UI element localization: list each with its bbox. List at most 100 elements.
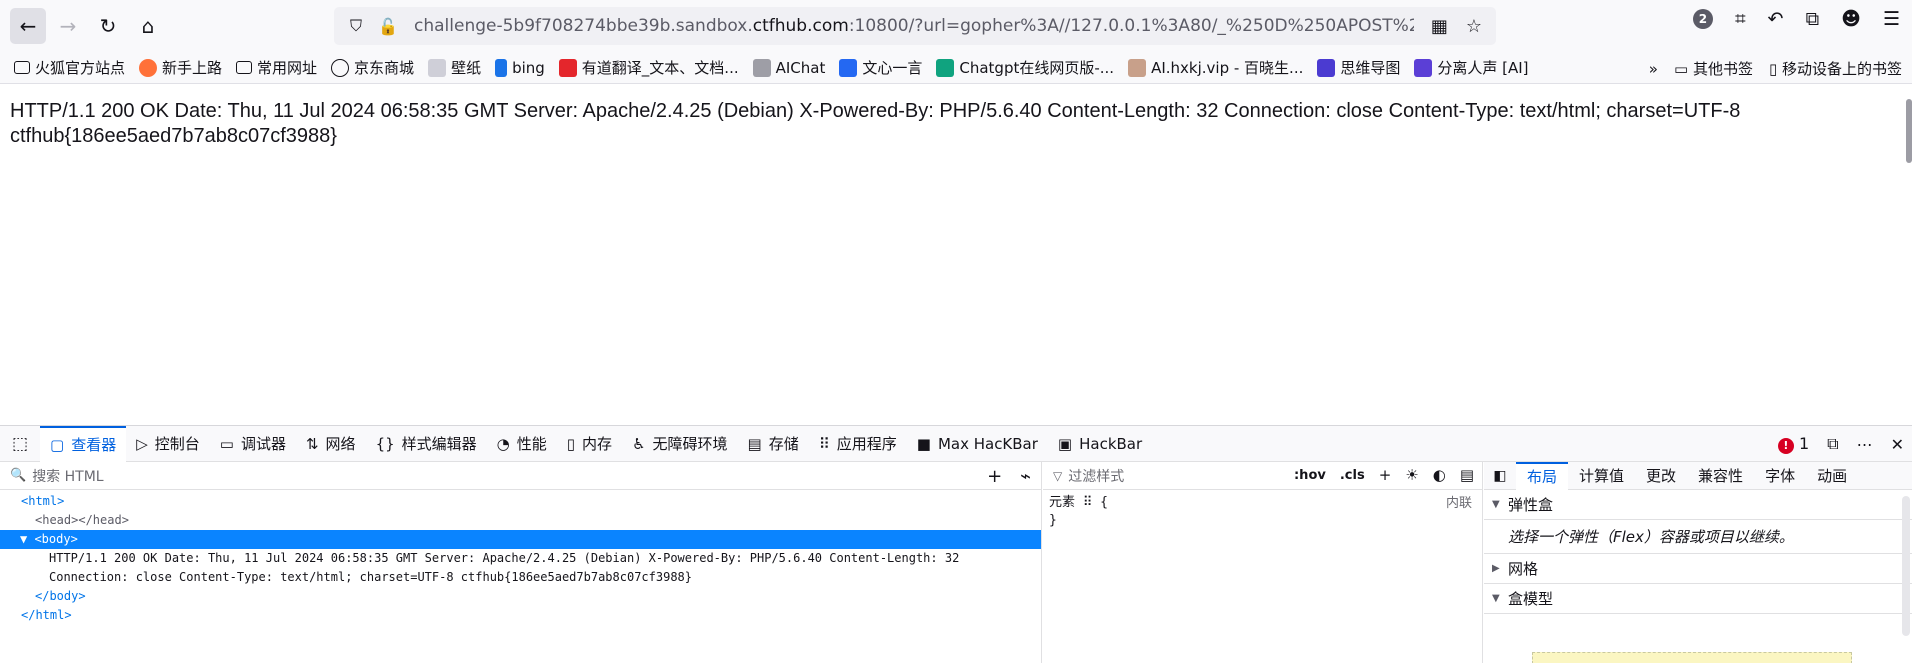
bookmark-item[interactable]: AIChat	[752, 58, 826, 77]
back-button[interactable]: ←	[10, 8, 46, 44]
toggle-sidebar-icon[interactable]: ◧	[1484, 468, 1516, 484]
tab-performance[interactable]: ◔ 性能	[487, 426, 557, 462]
bookmark-item[interactable]: 思维导图	[1317, 57, 1400, 78]
tab-label: HackBar	[1079, 434, 1143, 453]
flexbox-section-header[interactable]: ▼ 弹性盒	[1484, 490, 1912, 520]
tab-label: 无障碍环境	[652, 435, 728, 453]
home-button[interactable]: ⌂	[130, 8, 166, 44]
extensions-badge[interactable]: 2	[1692, 9, 1713, 29]
bookmark-label: Chatgpt在线网页版-...	[959, 59, 1115, 77]
tag-text: <body>	[34, 532, 78, 546]
layout-sidebar: ◧ 布局 计算值 更改 兼容性 字体 动画 ▼ 弹性盒 选择一个弹性（Flex）容…	[1484, 461, 1912, 663]
chatgpt-icon	[936, 58, 955, 77]
tab-debugger[interactable]: ▭ 调试器	[210, 426, 296, 462]
filter-icon: ▽	[1053, 468, 1063, 483]
wenxin-icon	[839, 58, 858, 77]
tab-animations[interactable]: 动画	[1806, 462, 1858, 490]
tab-style-editor[interactable]: {} 样式编辑器	[366, 426, 487, 462]
aichat-icon	[752, 58, 771, 77]
dark-theme-icon[interactable]: ◐	[1433, 466, 1446, 484]
sidebar-scrollbar[interactable]	[1902, 496, 1910, 636]
error-icon: !	[1777, 437, 1794, 454]
section-title: 网格	[1508, 560, 1539, 578]
tab-computed[interactable]: 计算值	[1568, 462, 1635, 490]
bookmark-item[interactable]: 新手上路	[139, 57, 222, 78]
cls-toggle[interactable]: .cls	[1340, 468, 1365, 483]
section-title: 盒模型	[1508, 590, 1554, 608]
bookmark-item[interactable]: 文心一言	[839, 57, 922, 78]
menu-icon[interactable]: ☰	[1883, 8, 1900, 30]
light-theme-icon[interactable]: ☀	[1405, 466, 1418, 484]
print-media-icon[interactable]: ▤	[1460, 466, 1474, 484]
eyedropper-icon[interactable]: ⌁	[1020, 466, 1031, 487]
bing-icon	[495, 58, 508, 77]
tag-text: </body>	[35, 589, 86, 603]
reload-button[interactable]: ↻	[90, 8, 126, 44]
tree-node-body[interactable]: ▼ <body>	[0, 530, 1041, 549]
tab-max-hackbar[interactable]: ■ Max HacKBar	[907, 426, 1048, 462]
tree-text-node[interactable]: HTTP/1.1 200 OK Date: Thu, 11 Jul 2024 0…	[0, 549, 1041, 587]
add-node-icon[interactable]: +	[987, 466, 1002, 487]
bookmark-item[interactable]: 火狐官方站点	[14, 57, 125, 78]
bookmark-label: 京东商城	[354, 59, 415, 77]
tab-fonts[interactable]: 字体	[1754, 462, 1806, 490]
url-text[interactable]: challenge-5b9f708274bbe39b.sandbox.ctfhu…	[414, 16, 1414, 36]
gauge-icon: ◔	[496, 434, 510, 453]
sidebar-tabs: ◧ 布局 计算值 更改 兼容性 字体 动画	[1484, 461, 1912, 490]
grid-apps-icon: ⠿	[818, 434, 830, 453]
close-icon[interactable]: ✕	[1891, 435, 1904, 454]
other-bookmarks-folder[interactable]: ▭ 其他书签	[1674, 58, 1753, 79]
firefox-account-icon[interactable]: ☻	[1841, 8, 1861, 30]
url-bar[interactable]: ⛉ 🔓 challenge-5b9f708274bbe39b.sandbox.c…	[334, 7, 1496, 45]
tab-storage[interactable]: ▤ 存储	[738, 426, 809, 462]
filter-styles-input[interactable]: ▽ 过滤样式 :hov .cls + ☀ ◐ ▤	[1043, 462, 1482, 490]
tab-inspector[interactable]: ▢ 查看器	[40, 425, 127, 462]
more-options-icon[interactable]: ⋯	[1857, 435, 1873, 454]
bookmark-item[interactable]: bing	[495, 58, 545, 77]
mobile-bookmarks-folder[interactable]: ▯ 移动设备上的书签	[1769, 58, 1902, 79]
bookmark-star-icon[interactable]: ☆	[1466, 16, 1482, 37]
forward-button[interactable]: →	[50, 8, 86, 44]
tab-layout[interactable]: 布局	[1516, 461, 1569, 490]
insecure-lock-icon[interactable]: 🔓	[378, 16, 398, 36]
error-counter[interactable]: ! 1	[1777, 434, 1809, 454]
bookmark-item[interactable]: 常用网址	[236, 57, 317, 78]
screenshot-icon[interactable]: ⌗	[1735, 8, 1746, 30]
add-rule-icon[interactable]: +	[1379, 466, 1392, 484]
dock-icon[interactable]: ⧉	[1827, 434, 1838, 454]
bookmark-label: AIChat	[775, 58, 826, 77]
tab-hackbar[interactable]: ▣ HackBar	[1048, 426, 1152, 462]
tree-node-html[interactable]: <html>	[0, 490, 1041, 511]
tab-label: 调试器	[240, 435, 286, 453]
bookmark-item[interactable]: 有道翻译_文本、文档...	[558, 57, 739, 78]
section-title: 弹性盒	[1508, 496, 1554, 514]
bookmark-item[interactable]: 壁纸	[428, 57, 481, 78]
tab-compatibility[interactable]: 兼容性	[1687, 462, 1754, 490]
tree-node-head[interactable]: <head></head>	[0, 511, 1041, 530]
tab-accessibility[interactable]: ♿ 无障碍环境	[622, 426, 737, 462]
bookmark-item[interactable]: Chatgpt在线网页版-...	[936, 57, 1114, 78]
shield-icon[interactable]: ⛉	[346, 16, 366, 36]
search-html-input[interactable]: 🔍 搜索 HTML + ⌁	[0, 462, 1041, 490]
tab-network[interactable]: ⇅ 网络	[296, 426, 366, 462]
hov-toggle[interactable]: :hov	[1294, 468, 1326, 483]
tab-label: 网络	[325, 435, 356, 453]
extensions-icon[interactable]: ⧉	[1806, 8, 1820, 30]
tab-console[interactable]: ▷ 控制台	[126, 426, 210, 462]
bookmark-item[interactable]: 京东商城	[331, 57, 414, 78]
tag-text: <html>	[21, 494, 65, 508]
page-scrollbar[interactable]	[1906, 99, 1912, 163]
bookmark-item[interactable]: AI.hxkj.vip - 百晓生...	[1128, 57, 1303, 78]
undo-icon[interactable]: ↶	[1768, 8, 1784, 30]
grid-section-header[interactable]: ▶ 网格	[1484, 554, 1912, 584]
tab-memory[interactable]: ▯ 内存	[557, 426, 622, 462]
qr-code-icon[interactable]: ▦	[1431, 16, 1448, 37]
more-bookmarks-icon[interactable]: »	[1649, 60, 1658, 78]
tab-application[interactable]: ⠿ 应用程序	[809, 426, 907, 462]
bookmark-item[interactable]: 分离人声 [AI]	[1414, 57, 1529, 78]
element-picker-button[interactable]: ⬚	[0, 426, 40, 462]
tab-changes[interactable]: 更改	[1635, 462, 1687, 490]
tab-label: 内存	[582, 435, 613, 453]
boxmodel-section-header[interactable]: ▼ 盒模型	[1484, 584, 1912, 614]
rule-selector[interactable]: 元素 ⠿ {	[1049, 494, 1482, 512]
